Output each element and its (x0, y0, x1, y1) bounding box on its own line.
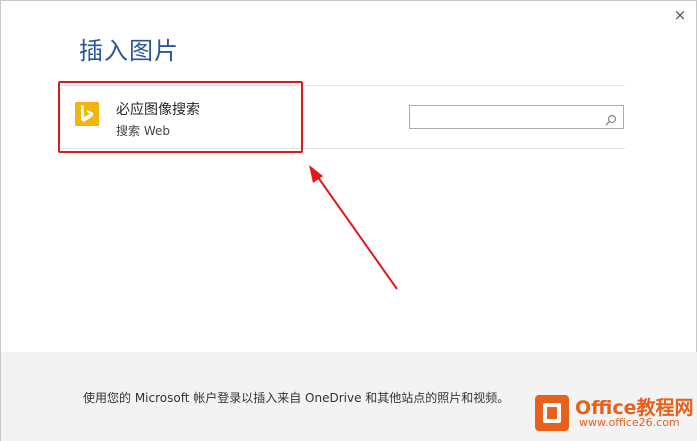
watermark-site: www.office26.com (579, 416, 680, 429)
search-icon[interactable] (605, 111, 617, 130)
insert-picture-dialog: × 插入图片 必应图像搜索 搜索 Web 使用您的 Microsoft 帐户登录… (0, 0, 697, 441)
annotation-arrow-icon (309, 165, 398, 290)
watermark: Office教程网 www.office26.com (535, 393, 695, 439)
office-logo-icon (535, 395, 569, 431)
dialog-title: 插入图片 (79, 37, 179, 65)
close-icon: × (673, 6, 687, 24)
annotation-highlight-box (58, 81, 303, 153)
close-button[interactable]: × (672, 7, 688, 23)
footer-signin-text: 使用您的 Microsoft 帐户登录以插入来自 OneDrive 和其他站点的… (83, 391, 510, 405)
bing-search-box[interactable] (409, 105, 624, 129)
bing-search-input[interactable] (414, 108, 599, 126)
